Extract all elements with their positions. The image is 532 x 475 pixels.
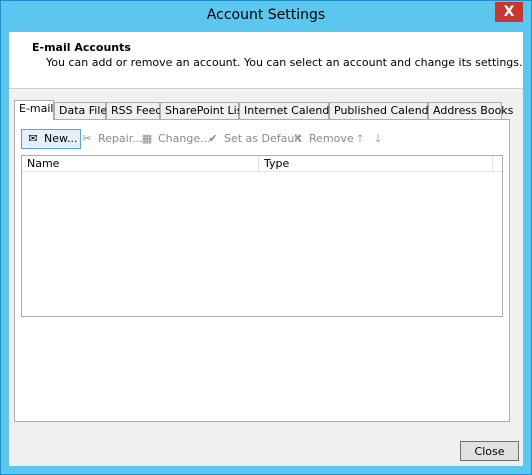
accounts-list[interactable]: Name Type	[21, 155, 503, 317]
new-label: New...	[44, 132, 78, 145]
remove-x-icon: ✕	[293, 132, 303, 145]
account-settings-window: Account Settings X E-mail Accounts You c…	[0, 0, 532, 475]
tab-published-calendars[interactable]: Published Calendars	[329, 102, 446, 119]
dialog-client-area: E-mail Accounts You can add or remove an…	[9, 32, 523, 466]
header-description: You can add or remove an account. You ca…	[46, 56, 523, 69]
checkmark-icon: ✔	[208, 132, 218, 145]
tab-sharepoint-lists[interactable]: SharePoint Lists	[160, 102, 253, 119]
dialog-header: E-mail Accounts You can add or remove an…	[9, 32, 523, 89]
window-title: Account Settings	[206, 7, 326, 23]
window-close-button[interactable]: X	[495, 2, 523, 22]
arrow-down-icon: 🡓	[375, 132, 381, 145]
tab-rss-feeds[interactable]: RSS Feeds	[106, 102, 168, 119]
email-tab-panel: ✉ New... ✂ Repair... ▦ Change... ✔ Set as De…	[14, 119, 510, 422]
header-title: E-mail Accounts	[32, 41, 131, 54]
move-down-button[interactable]: 🡓	[367, 129, 392, 149]
tab-email[interactable]: E-mail	[14, 100, 54, 120]
remove-label: Remove	[309, 132, 354, 145]
change-icon: ▦	[141, 132, 153, 145]
tab-address-books[interactable]: Address Books	[428, 102, 513, 119]
list-header: Name Type	[22, 156, 502, 172]
new-account-icon: ✉	[28, 132, 38, 145]
close-button[interactable]: Close	[460, 441, 519, 461]
arrow-up-icon: 🡑	[357, 132, 363, 145]
column-header-name[interactable]: Name	[22, 156, 259, 171]
title-bar[interactable]: Account Settings X	[1, 1, 531, 32]
wrench-icon: ✂	[82, 132, 92, 145]
tab-data-files[interactable]: Data Files	[54, 102, 113, 119]
column-header-type[interactable]: Type	[259, 156, 493, 171]
tab-internet-calendars[interactable]: Internet Calendars	[239, 102, 346, 119]
remove-button[interactable]: ✕ Remove	[287, 129, 357, 149]
new-account-button[interactable]: ✉ New...	[21, 129, 82, 149]
